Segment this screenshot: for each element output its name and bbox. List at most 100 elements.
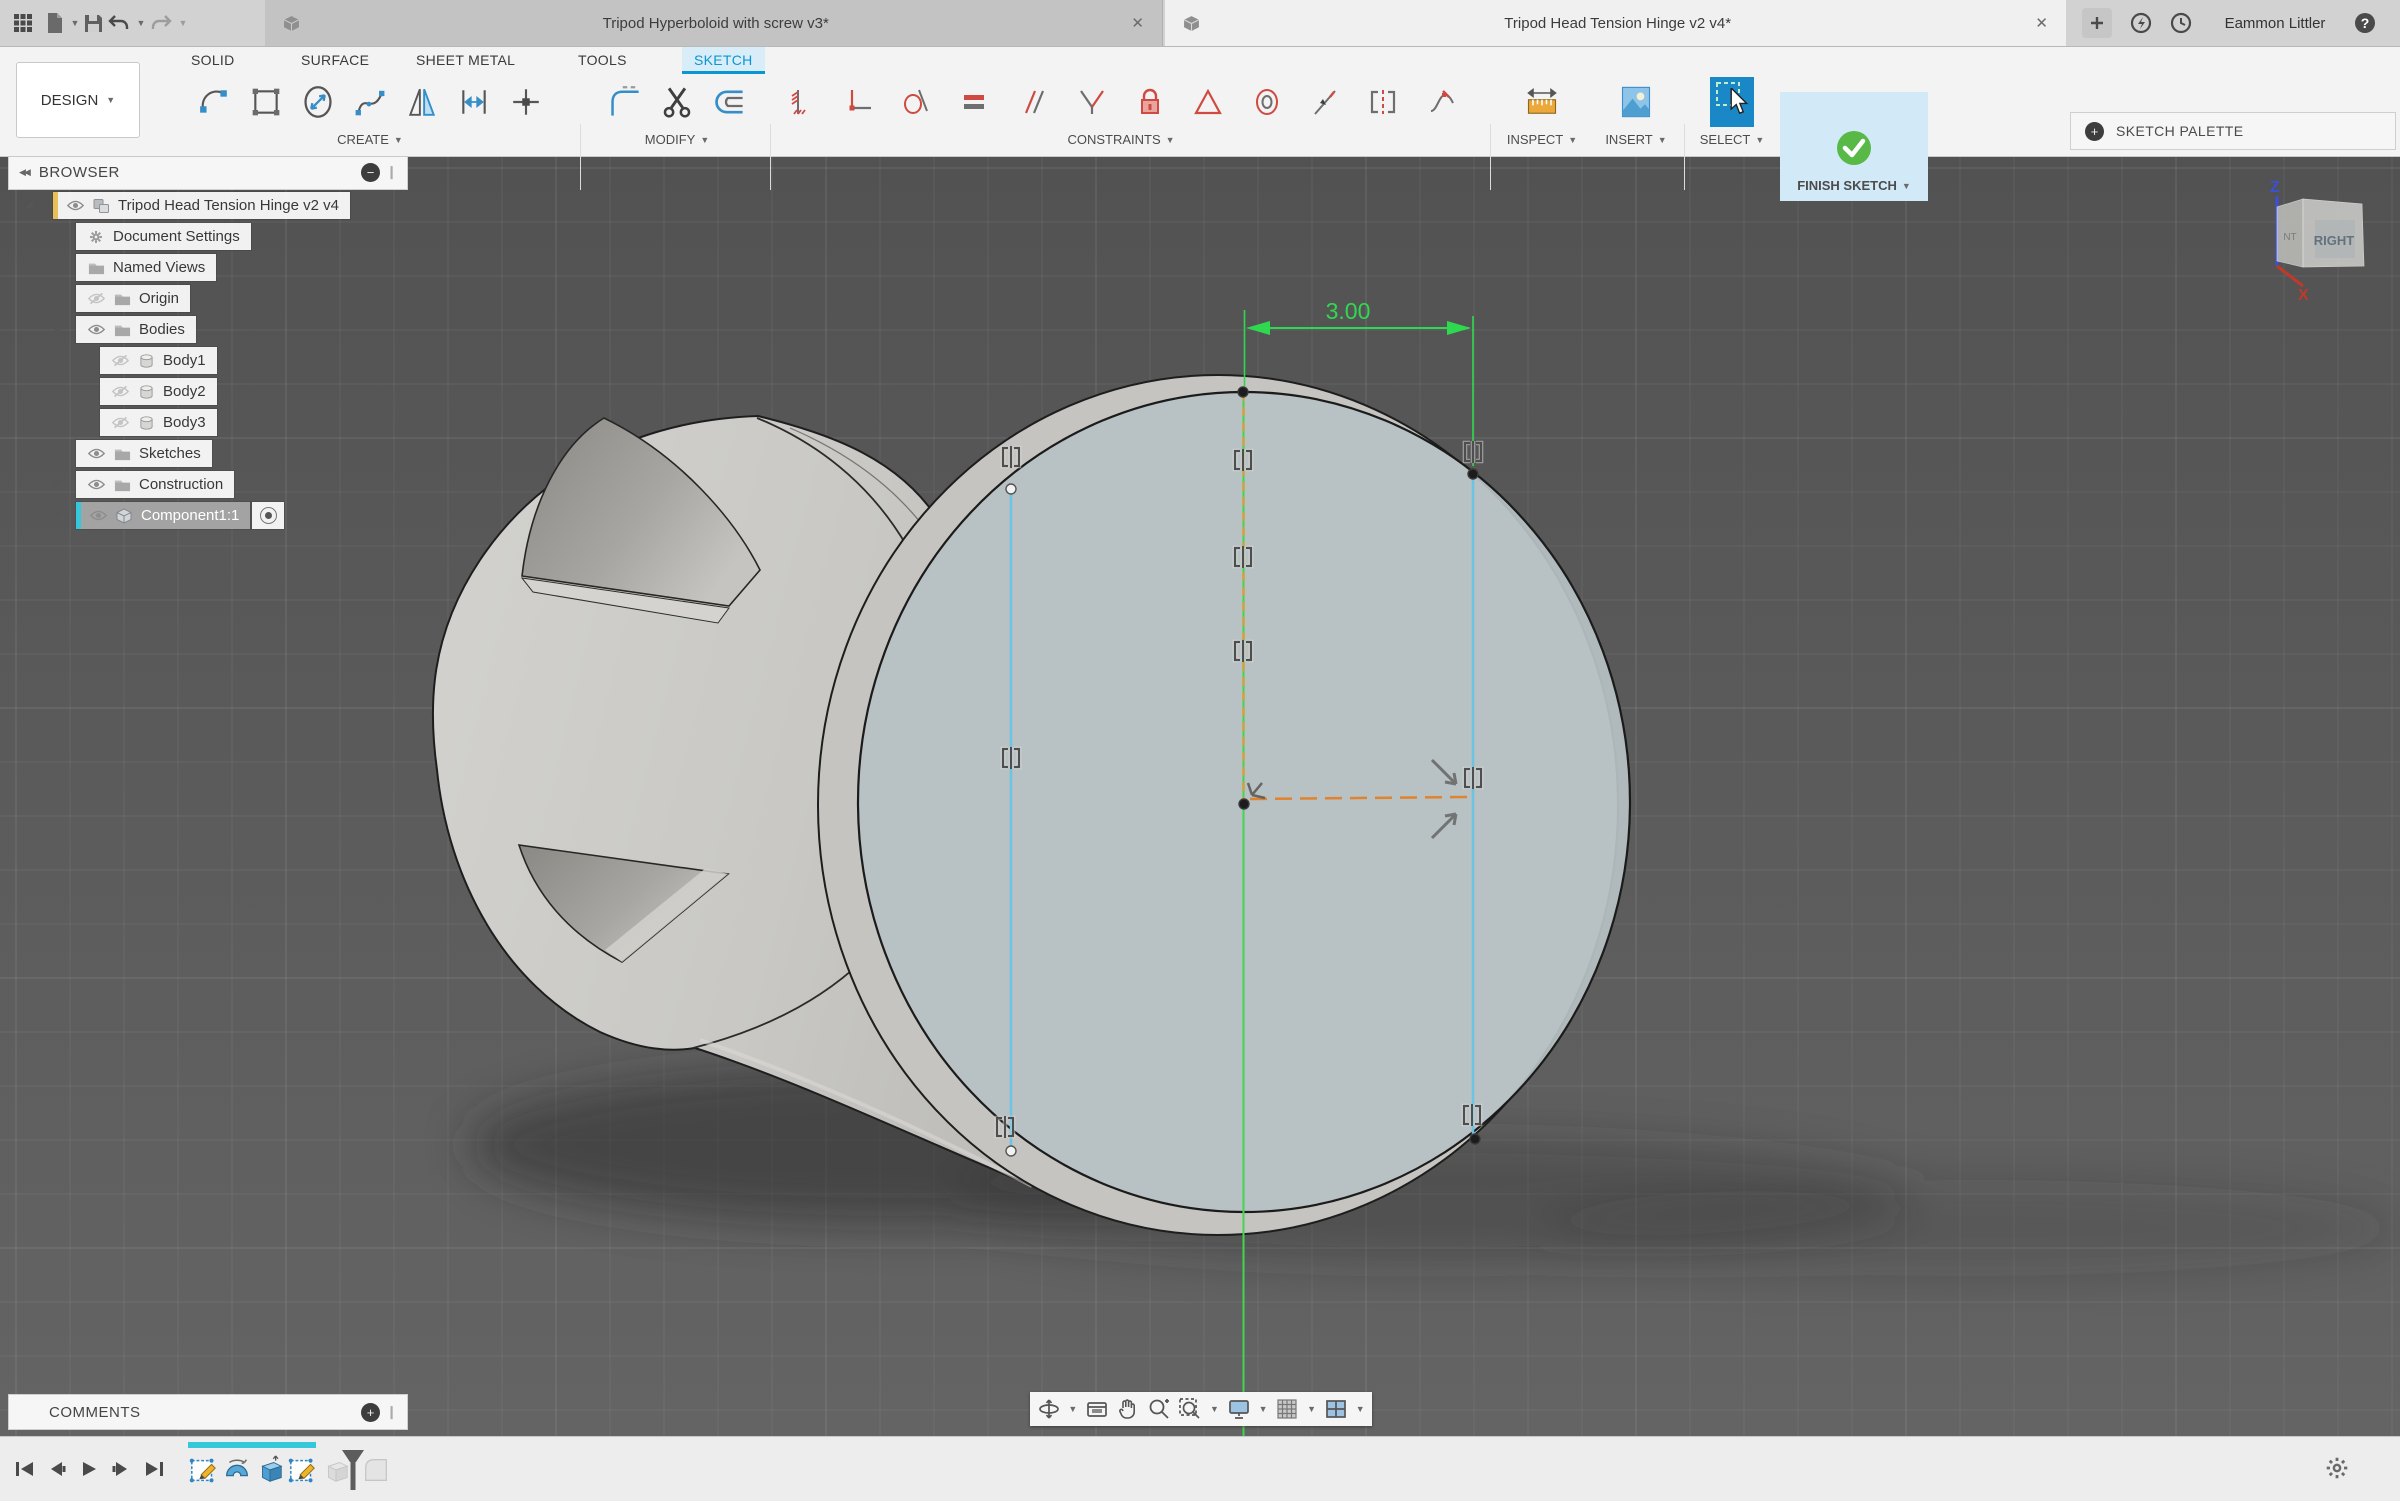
collapse-node-icon[interactable]: ◢ [24,197,32,210]
panel-drag-handle[interactable]: ❙ [386,1404,397,1420]
select-group-dropdown[interactable]: SELECT ▼ [1690,132,1774,147]
visibility-eye-icon[interactable] [87,447,105,460]
collapse-node-icon[interactable]: ◢ [52,321,60,334]
spline-icon[interactable] [346,77,394,127]
perpendicular-icon[interactable] [1068,77,1116,127]
point-icon[interactable] [502,77,550,127]
visibility-eye-off-icon[interactable] [87,292,105,305]
sketch-point[interactable] [1005,483,1017,495]
sketch-point[interactable] [1469,1133,1481,1145]
minimize-icon[interactable]: − [361,162,381,182]
modify-group-dropdown[interactable]: MODIFY ▼ [588,132,766,147]
timeline-step-back-button[interactable] [43,1455,71,1483]
equal-icon[interactable] [951,77,999,127]
sketch-point[interactable] [1467,468,1479,480]
timeline-sketch-feature[interactable] [287,1453,319,1487]
timeline-settings-gear-icon[interactable] [2324,1455,2350,1486]
offset-icon[interactable] [705,77,753,127]
expand-node-icon[interactable]: ▷ [52,507,60,520]
pan-icon[interactable] [1116,1396,1141,1422]
browser-item[interactable]: Origin [76,285,191,312]
ribbon-tab-tools[interactable]: TOOLS [566,46,639,74]
timeline-step-forward-button[interactable] [107,1455,135,1483]
viewports-dropdown-caret[interactable]: ▼ [1354,1396,1366,1422]
trim-icon[interactable] [653,77,701,127]
visibility-eye-off-icon[interactable] [111,385,129,398]
sketch-point[interactable] [1005,1145,1017,1157]
document-tab-1[interactable]: Tripod Hyperboloid with screw v3* ✕ [265,0,1163,46]
visibility-eye-icon[interactable] [87,478,105,491]
concentric-icon[interactable] [1243,77,1291,127]
visibility-eye-off-icon[interactable] [111,416,129,429]
document-tab-2[interactable]: Tripod Head Tension Hinge v2 v4* ✕ [1165,0,2066,46]
viewports-icon[interactable] [1323,1396,1348,1422]
visibility-eye-icon[interactable] [87,323,105,336]
design-workspace-dropdown[interactable]: DESIGN ▼ [16,62,140,138]
notifications-clock-icon[interactable] [2168,10,2194,36]
user-name[interactable]: Eammon Littler [2215,0,2335,46]
close-icon[interactable]: ✕ [2035,14,2048,32]
zoom-window-icon[interactable] [1178,1396,1203,1422]
create-group-dropdown[interactable]: CREATE ▼ [168,132,572,147]
timeline-revolve-feature[interactable] [221,1453,253,1487]
timeline-sketch-feature[interactable] [188,1453,220,1487]
tangent-icon[interactable] [893,77,941,127]
timeline-go-to-end-button[interactable] [140,1455,168,1483]
add-comment-icon[interactable]: + [361,1402,381,1422]
visibility-eye-off-icon[interactable] [111,354,129,367]
panel-drag-handle[interactable]: ❙ [386,164,397,180]
finish-sketch-button[interactable]: FINISH SKETCH ▼ [1780,92,1928,201]
browser-item[interactable]: Bodies [76,316,196,343]
timeline-play-button[interactable] [75,1455,103,1483]
insert-group-dropdown[interactable]: INSERT ▼ [1592,132,1680,147]
collinear-icon[interactable] [1301,77,1349,127]
visibility-eye-icon[interactable] [66,199,84,212]
app-grid-icon[interactable] [10,10,36,36]
collapse-panel-icon[interactable]: ◀◀ [19,167,31,178]
visibility-eye-icon[interactable] [89,509,107,522]
horizontal-vertical-icon[interactable] [834,77,882,127]
ribbon-tab-surface[interactable]: SURFACE [289,46,381,74]
select-icon[interactable] [1708,77,1756,127]
help-icon[interactable]: ? [2352,10,2378,36]
mirror-icon[interactable] [398,77,446,127]
display-dropdown-caret[interactable]: ▼ [1257,1396,1269,1422]
rectangle-icon[interactable] [242,77,290,127]
ribbon-tab-sketch[interactable]: SKETCH [682,46,765,74]
close-icon[interactable]: ✕ [1131,14,1144,32]
display-settings-icon[interactable] [1226,1396,1251,1422]
new-tab-button[interactable] [2082,8,2112,38]
browser-item[interactable]: Sketches [76,440,212,467]
comments-panel-header[interactable]: COMMENTS + ❙ [8,1394,408,1430]
ribbon-tab-solid[interactable]: SOLID [179,46,247,74]
insert-image-icon[interactable] [1612,77,1660,127]
expand-node-icon[interactable]: ▷ [52,228,60,241]
sketch-point[interactable] [1238,798,1250,810]
arc-icon[interactable] [190,77,238,127]
browser-item[interactable]: Component1:1 [76,502,251,529]
browser-item[interactable]: Body3 [100,409,217,436]
expand-node-icon[interactable]: ▷ [52,290,60,303]
orbit-icon[interactable] [1036,1396,1061,1422]
save-icon[interactable] [80,10,106,36]
zoom-dropdown-caret[interactable]: ▼ [1209,1396,1221,1422]
expand-node-icon[interactable]: ▷ [52,445,60,458]
expand-node-icon[interactable]: ▷ [52,476,60,489]
midpoint-icon[interactable] [1184,77,1232,127]
activate-component-radio[interactable] [252,502,284,529]
parallel-icon[interactable] [1009,77,1057,127]
browser-item[interactable]: Body1 [100,347,217,374]
look-at-icon[interactable] [1085,1396,1110,1422]
browser-item[interactable]: Construction [76,471,235,498]
sketch-dimension-icon[interactable] [450,77,498,127]
timeline-go-to-start-button[interactable] [11,1455,39,1483]
fix-icon[interactable] [1126,77,1174,127]
circle-icon[interactable] [294,77,342,127]
inspect-group-dropdown[interactable]: INSPECT ▼ [1498,132,1586,147]
orbit-dropdown-caret[interactable]: ▼ [1067,1396,1079,1422]
measure-icon[interactable] [1518,77,1566,127]
symmetry-icon[interactable] [1359,77,1407,127]
expand-plus-icon[interactable]: + [2085,121,2104,141]
constraints-group-dropdown[interactable]: CONSTRAINTS ▼ [776,132,1466,147]
expand-node-icon[interactable]: ▷ [52,259,60,272]
